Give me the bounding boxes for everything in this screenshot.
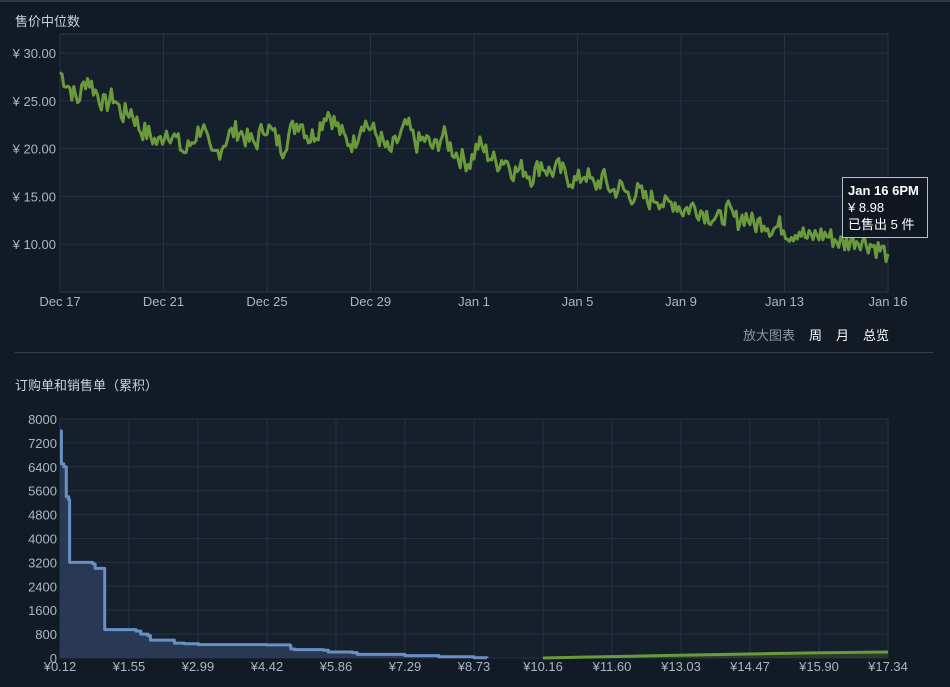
median-y-tick-label: ¥ 15.00 [12, 189, 56, 204]
zoom-overview-button[interactable]: 总览 [863, 325, 889, 344]
median-y-tick-label: ¥ 20.00 [12, 142, 56, 157]
median-x-tick-label: Dec 29 [350, 294, 391, 309]
orders-y-tick-label: 4000 [28, 532, 57, 547]
orders-y-tick-label: 1600 [28, 603, 57, 618]
tooltip-price: ¥ 8.98 [848, 200, 885, 215]
median-y-tick-label: ¥ 30.00 [12, 46, 56, 61]
zoom-controls: 放大图表 周 月 总览 [743, 325, 889, 344]
orders-x-tick-label: ¥17.34 [867, 659, 908, 674]
orders-x-tick-label: ¥14.47 [729, 659, 770, 674]
orders-x-tick-label: ¥1.55 [112, 659, 146, 674]
orders-chart-title: 订购单和销售单（累积） [15, 378, 159, 393]
orders-x-tick-label: ¥13.03 [660, 659, 701, 674]
median-y-tick-label: ¥ 10.00 [12, 237, 56, 252]
median-x-tick-label: Dec 21 [143, 294, 184, 309]
zoom-month-button[interactable]: 月 [836, 325, 849, 344]
tooltip-sold: 已售出 5 件 [848, 217, 915, 232]
orders-x-tick-label: ¥2.99 [181, 659, 215, 674]
orders-y-tick-label: 7200 [28, 436, 57, 451]
orders-x-tick-label: ¥11.60 [592, 659, 632, 674]
orders-y-tick-label: 6400 [28, 460, 57, 475]
orders-y-tick-label: 3200 [28, 555, 57, 570]
median-x-tick-label: Dec 17 [39, 294, 80, 309]
orders-y-tick-label: 800 [35, 627, 57, 642]
median-x-tick-label: Jan 5 [562, 294, 594, 309]
orders-y-tick-label: 4800 [28, 508, 57, 523]
zoom-label: 放大图表 [742, 328, 795, 343]
orders-x-tick-label: ¥10.16 [522, 659, 563, 674]
zoom-week-button[interactable]: 周 [809, 325, 822, 344]
median-x-tick-label: Jan 13 [765, 294, 804, 309]
orders-x-tick-label: ¥15.90 [798, 659, 839, 674]
median-x-tick-label: Dec 25 [246, 294, 287, 309]
median-x-tick-label: Jan 16 [868, 294, 907, 309]
orders-x-tick-label: ¥5.86 [319, 659, 353, 674]
tooltip-date: Jan 16 6PM [848, 183, 919, 198]
orders-y-tick-label: 8000 [28, 412, 57, 427]
orders-x-tick-label: ¥4.42 [250, 659, 284, 674]
orders-y-tick-label: 2400 [28, 579, 57, 594]
orders-x-tick-label: ¥0.12 [43, 659, 77, 674]
orders-x-tick-label: ¥8.73 [457, 659, 491, 674]
section-divider [15, 352, 933, 353]
price-tooltip: Jan 16 6PM ¥ 8.98 已售出 5 件 [842, 177, 928, 238]
median-x-tick-label: Jan 1 [458, 294, 490, 309]
orders-x-tick-label: ¥7.29 [388, 659, 422, 674]
median-x-tick-label: Jan 9 [665, 294, 697, 309]
orders-y-tick-label: 5600 [28, 484, 57, 499]
median-y-tick-label: ¥ 25.00 [12, 94, 56, 109]
